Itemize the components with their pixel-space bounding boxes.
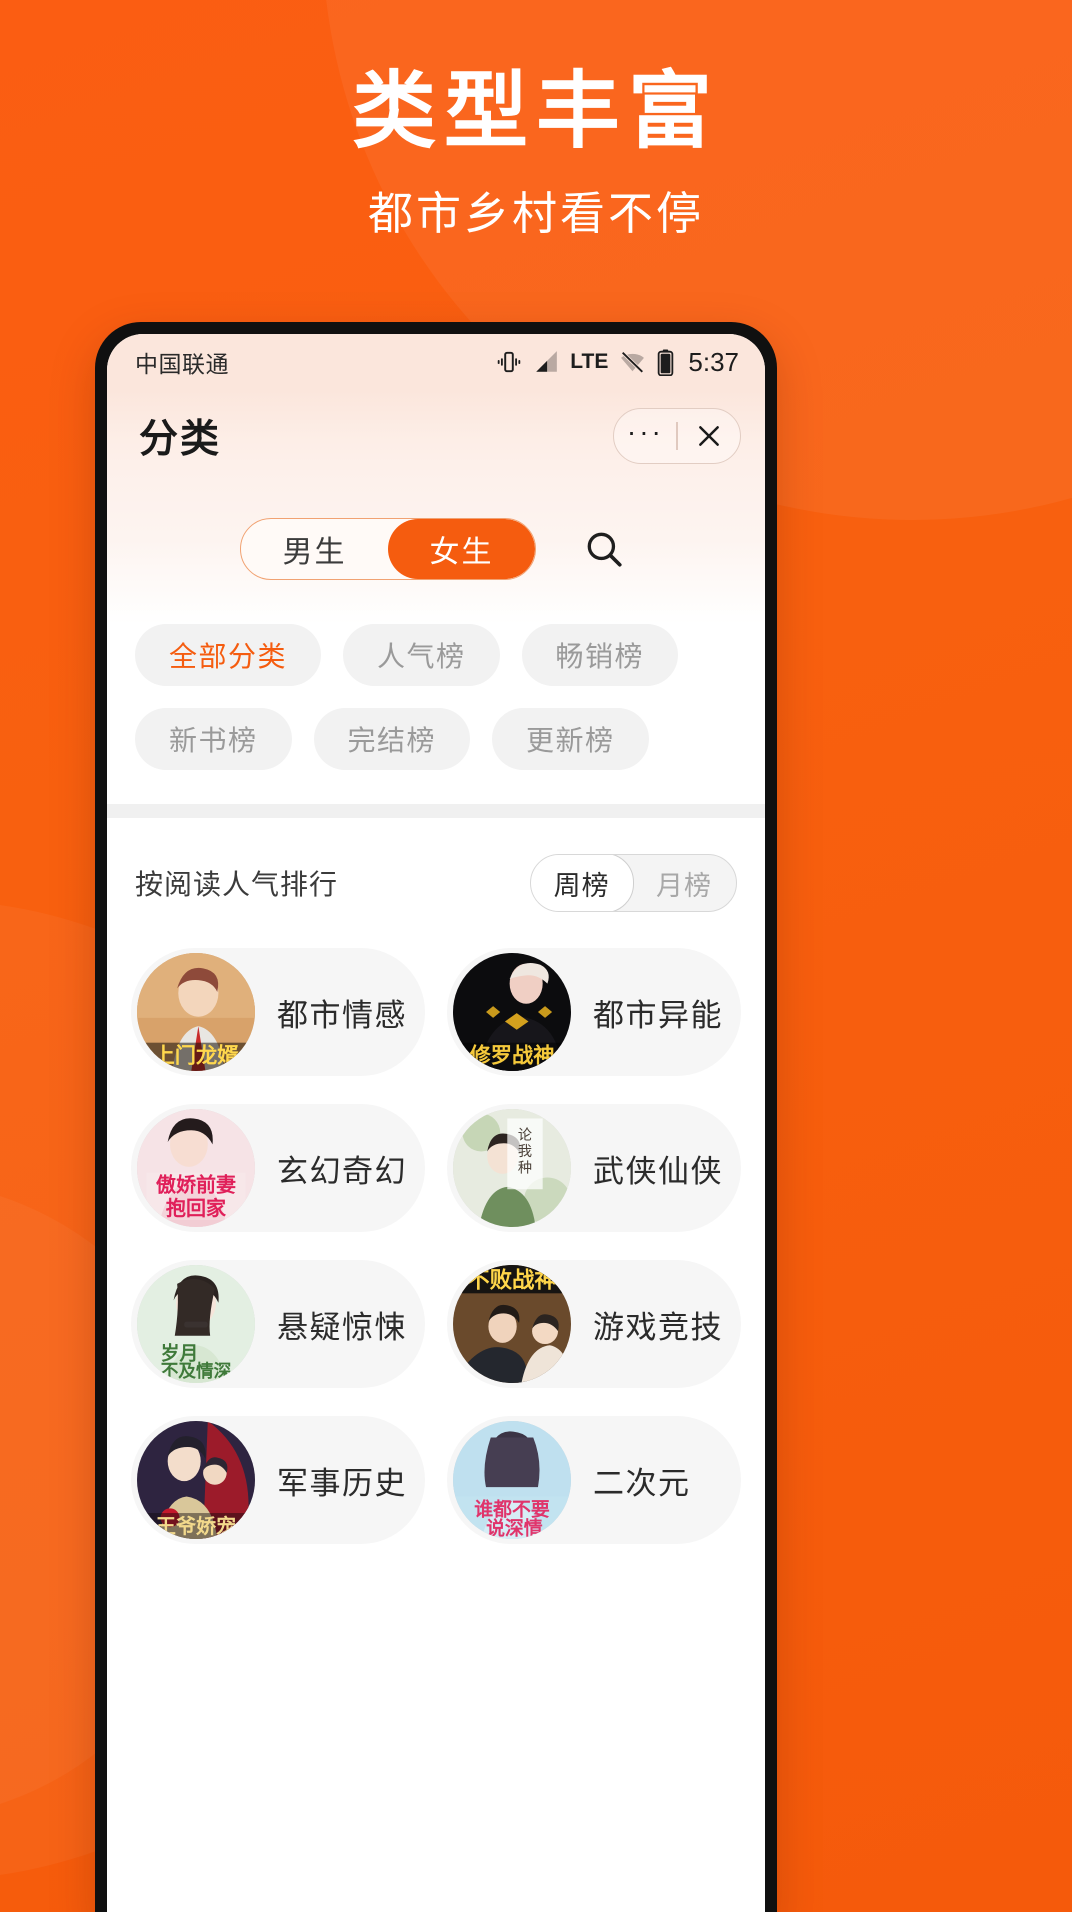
wifi-off-icon (621, 351, 645, 374)
category-card[interactable]: 上门龙婿 都市情感 (131, 948, 425, 1076)
carrier-label: 中国联通 (135, 351, 229, 377)
status-bar: 中国联通 LTE 5:37 (107, 334, 765, 390)
category-card[interactable]: 岁月 不及情深 悬疑惊悚 (131, 1260, 425, 1388)
cover-art: 傲娇前妻 抱回家 (137, 1109, 255, 1227)
phone-screen: 中国联通 LTE 5:37 分类 ··· 男生 女生 全部分类 人气榜 畅销榜 … (107, 334, 765, 1912)
section-divider (107, 804, 765, 818)
svg-text:抱回家: 抱回家 (166, 1196, 227, 1220)
filter-chip-new[interactable]: 新书榜 (135, 708, 292, 770)
gender-option-female[interactable]: 女生 (388, 519, 535, 579)
cover-art: 上门龙婿 (137, 953, 255, 1071)
category-label: 游戏竞技 (593, 1309, 723, 1345)
category-card[interactable]: 谁都不要 说深情 二次元 (447, 1416, 741, 1544)
more-button[interactable]: ··· (614, 409, 676, 463)
filter-chip-completed[interactable]: 完结榜 (313, 708, 471, 770)
cover-art: 王爷娇宠 (137, 1421, 255, 1539)
svg-text:王爷娇宠: 王爷娇宠 (156, 1514, 236, 1538)
category-cover-thumbnail: 王爷娇宠 (137, 1421, 255, 1539)
cover-art: 不败战神 (453, 1265, 571, 1383)
category-label: 玄幻奇幻 (277, 1153, 407, 1189)
category-cover-thumbnail: 谁都不要 说深情 (453, 1421, 571, 1539)
gender-option-male[interactable]: 男生 (241, 519, 388, 579)
category-cover-thumbnail: 论 我 种 (453, 1109, 571, 1227)
close-icon (699, 426, 719, 446)
promo-text-block: 类型丰富 都市乡村看不停 (0, 62, 1072, 243)
signal-icon (536, 351, 558, 372)
gender-toggle-row: 男生 女生 (107, 482, 765, 624)
svg-text:种: 种 (518, 1161, 532, 1177)
svg-text:修罗战神: 修罗战神 (469, 1043, 555, 1069)
range-option-monthly[interactable]: 月榜 (632, 855, 736, 911)
category-cover-thumbnail: 不败战神 (453, 1265, 571, 1383)
category-grid: 上门龙婿 都市情感 修罗战神 都市异能 傲娇前妻 抱回家 玄幻奇幻 论 我 种 … (107, 938, 765, 1544)
filter-chip-popular[interactable]: 人气榜 (343, 624, 500, 686)
svg-text:上门龙婿: 上门龙婿 (154, 1043, 240, 1069)
clock-label: 5:37 (688, 346, 739, 377)
promo-subheadline: 都市乡村看不停 (367, 188, 704, 240)
close-button[interactable] (678, 409, 740, 463)
category-cover-thumbnail: 上门龙婿 (137, 953, 255, 1071)
category-card[interactable]: 王爷娇宠 军事历史 (131, 1416, 425, 1544)
category-card[interactable]: 修罗战神 都市异能 (447, 948, 741, 1076)
cover-art: 岁月 不及情深 (137, 1265, 255, 1383)
svg-text:我: 我 (518, 1144, 532, 1160)
category-label: 都市情感 (277, 997, 407, 1033)
category-label: 都市异能 (593, 997, 723, 1033)
range-option-weekly[interactable]: 周榜 (531, 855, 634, 911)
category-cover-thumbnail: 修罗战神 (453, 953, 571, 1071)
page-title: 分类 (139, 418, 222, 461)
cover-art: 论 我 种 (453, 1109, 571, 1227)
category-label: 武侠仙侠 (593, 1153, 723, 1189)
category-label: 二次元 (593, 1465, 691, 1501)
category-cover-thumbnail: 傲娇前妻 抱回家 (137, 1109, 255, 1227)
search-button[interactable] (576, 521, 632, 577)
phone-mockup: 中国联通 LTE 5:37 分类 ··· 男生 女生 全部分类 人气榜 畅销榜 … (95, 322, 777, 1912)
filter-chip-list: 全部分类 人气榜 畅销榜 新书榜 完结榜 更新榜 (107, 624, 765, 804)
search-icon (587, 532, 622, 567)
svg-text:说深情: 说深情 (486, 1516, 543, 1539)
more-icon: ··· (626, 416, 664, 447)
svg-text:不败战神: 不败战神 (467, 1266, 557, 1293)
ranking-title: 按阅读人气排行 (135, 869, 339, 900)
svg-text:不及情深: 不及情深 (161, 1360, 232, 1382)
svg-text:论: 论 (518, 1128, 532, 1144)
category-card[interactable]: 傲娇前妻 抱回家 玄幻奇幻 (131, 1104, 425, 1232)
battery-icon (658, 348, 674, 376)
filter-chip-updated[interactable]: 更新榜 (492, 708, 649, 770)
promo-poster: 类型丰富 都市乡村看不停 中国联通 LTE 5:37 分类 ··· 男生 女生 … (0, 0, 1072, 1912)
category-card[interactable]: 不败战神 游戏竞技 (447, 1260, 741, 1388)
category-card[interactable]: 论 我 种 武侠仙侠 (447, 1104, 741, 1232)
filter-chip-all[interactable]: 全部分类 (135, 624, 322, 686)
category-label: 悬疑惊悚 (277, 1309, 407, 1345)
promo-headline: 类型丰富 (351, 66, 720, 159)
svg-text:傲娇前妻: 傲娇前妻 (156, 1173, 236, 1197)
cover-art: 修罗战神 (453, 953, 571, 1071)
ranking-range-control[interactable]: 周榜 月榜 (530, 854, 737, 912)
status-icon-group: LTE 5:37 (496, 347, 739, 378)
vibrate-icon (498, 351, 521, 373)
gender-segmented-control[interactable]: 男生 女生 (240, 518, 536, 580)
svg-text:岁月: 岁月 (161, 1341, 199, 1364)
lte-label: LTE (570, 350, 609, 373)
ranking-header: 按阅读人气排行 周榜 月榜 (107, 818, 765, 938)
category-label: 军事历史 (277, 1465, 407, 1501)
navbar-capsule: ··· (613, 408, 741, 464)
filter-chip-bestseller[interactable]: 畅销榜 (521, 624, 679, 686)
app-navbar: 分类 ··· (107, 390, 765, 482)
category-cover-thumbnail: 岁月 不及情深 (137, 1265, 255, 1383)
cover-art: 谁都不要 说深情 (453, 1421, 571, 1539)
